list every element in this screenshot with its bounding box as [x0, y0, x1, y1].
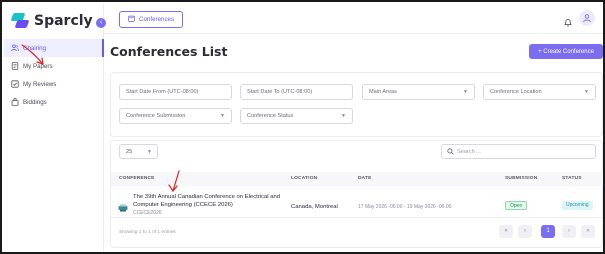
user-avatar[interactable] [579, 10, 595, 26]
header-location[interactable]: LOCATION [291, 176, 317, 181]
entries-summary: Showing 1 to 1 of 1 entries [119, 230, 176, 235]
create-conference-button[interactable]: + Create Conference [529, 44, 603, 59]
search-input[interactable]: Search ... [441, 144, 596, 159]
page-size-value: 25 [126, 148, 133, 155]
table-row[interactable]: The 39th Annual Canadian Conference on E… [111, 186, 603, 218]
header-status[interactable]: STATUS [562, 176, 582, 181]
sidebar-item-label: Biddings [23, 98, 47, 106]
sidebar-item-biddings[interactable]: Biddings [4, 93, 104, 111]
conference-status-label: Conference Status [247, 113, 294, 119]
conference-date: 17 May 2026 -06:00 - 19 May 2026 -06:00 [358, 204, 452, 210]
pagination-next-button[interactable]: › [562, 225, 576, 238]
user-icon [583, 14, 591, 23]
main-areas-label: Main Areas [369, 89, 397, 95]
header-date[interactable]: DATE [358, 176, 372, 181]
calendar-icon [128, 15, 135, 24]
chevron-down-icon: ▼ [463, 89, 468, 95]
sidebar-item-my-reviews[interactable]: My Reviews [4, 75, 104, 93]
review-icon [11, 80, 19, 88]
chevron-down-icon: ▼ [220, 113, 225, 119]
conference-location-label: Conference Location [490, 89, 542, 95]
pagination-prev-button[interactable]: ‹ [518, 225, 532, 238]
start-date-to-input[interactable]: Start Date To (UTC-08:00) [240, 84, 353, 100]
table-header: CONFERENCE LOCATION DATE SUBMISSION STAT… [111, 172, 603, 186]
conference-status-select[interactable]: Conference Status ▼ [240, 108, 353, 124]
start-date-from-input[interactable]: Start Date From (UTC-08:00) [119, 84, 232, 100]
pagination-last-button[interactable]: » [581, 225, 595, 238]
conference-location: Canada, Montreal [291, 204, 338, 210]
chevron-down-icon: ▼ [341, 113, 346, 119]
conference-logo-icon [118, 200, 128, 212]
conference-submission-select[interactable]: Conference Submission ▼ [119, 108, 232, 124]
app-name: Sparcly [34, 13, 93, 29]
submission-badge: Open [505, 201, 528, 210]
pagination-first-button[interactable]: « [499, 225, 513, 238]
main-areas-select[interactable]: Main Areas ▼ [362, 84, 475, 100]
annotation-arrow-chairing [21, 44, 44, 65]
chevron-down-icon: ▼ [147, 149, 152, 155]
app-logo[interactable]: Sparcly [10, 13, 93, 29]
logo-icon [10, 13, 30, 29]
search-icon [447, 148, 454, 157]
conference-location-select[interactable]: Conference Location ▼ [483, 84, 596, 100]
page-size-select[interactable]: 25 ▼ [119, 144, 158, 159]
notification-bell-icon[interactable] [564, 14, 572, 27]
status-badge: Upcoming [562, 201, 593, 210]
page-title: Conferences List [110, 44, 228, 59]
pagination-page-1[interactable]: 1 [541, 225, 555, 238]
search-placeholder: Search ... [457, 148, 481, 155]
app-window: Sparcly ‹ Chairing My Papers My Reviews [0, 0, 605, 254]
topbar: Conferences [105, 4, 603, 34]
conference-code: CCECE2026 [133, 210, 162, 216]
annotation-arrow-conference [168, 170, 180, 192]
tab-label: Conferences [139, 16, 175, 23]
sidebar-item-label: My Reviews [23, 80, 57, 88]
conference-name-link[interactable]: The 39th Annual Canadian Conference on E… [133, 193, 293, 209]
header-submission[interactable]: SUBMISSION [505, 176, 537, 181]
conferences-table-card: 25 ▼ Search ... CONFERENCE LOCATION DATE… [110, 140, 603, 248]
header-conference[interactable]: CONFERENCE [119, 176, 155, 181]
tab-conferences[interactable]: Conferences [119, 11, 184, 28]
bag-icon [11, 98, 19, 106]
chevron-down-icon: ▼ [584, 89, 589, 95]
filters-panel: Start Date From (UTC-08:00) Start Date T… [110, 72, 603, 137]
conference-submission-label: Conference Submission [126, 113, 186, 119]
